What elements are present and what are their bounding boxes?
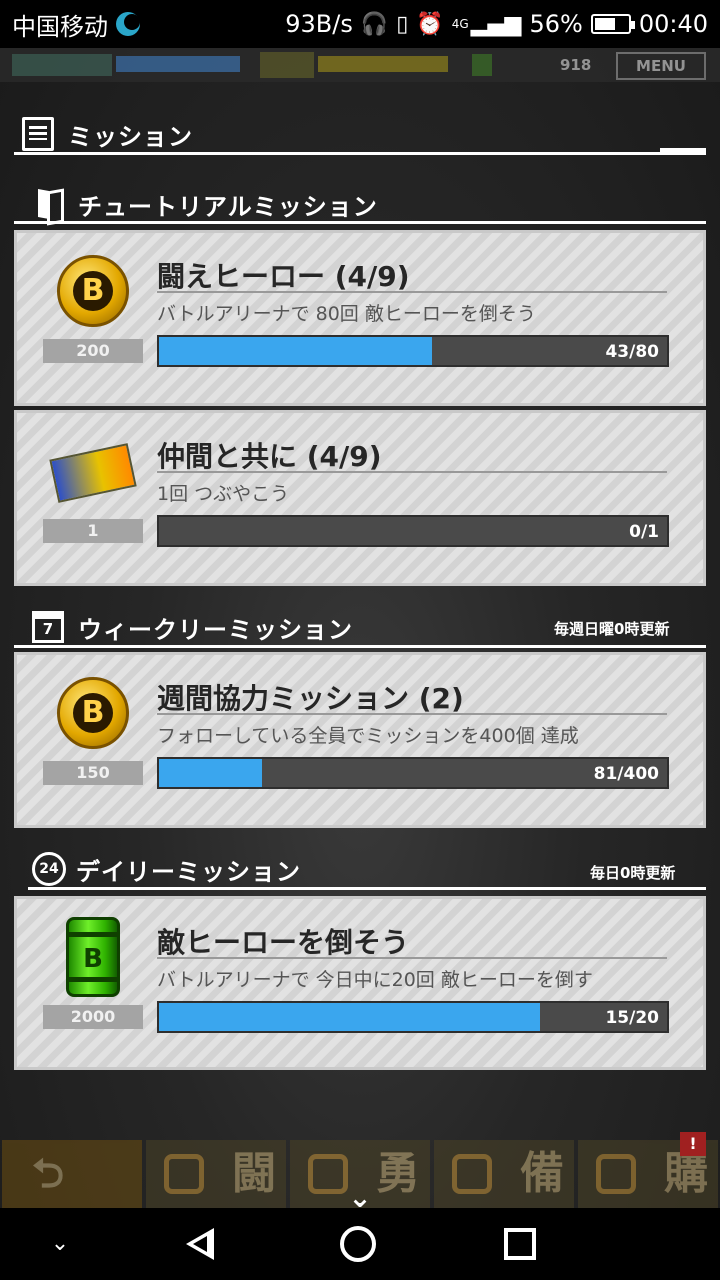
can-icon (472, 54, 492, 76)
progress-fill (159, 1003, 540, 1031)
reward-icon-wrap: B (45, 911, 141, 1007)
recent-apps-square-icon[interactable] (504, 1228, 536, 1260)
currency-count: 918 (560, 56, 592, 74)
mission-title: 闘えヒーロー (4/9) (157, 260, 410, 293)
back-triangle-icon[interactable] (180, 1226, 220, 1262)
section-daily-title: デイリーミッション (76, 857, 301, 886)
ticket-icon (49, 443, 137, 503)
header-rule-accent (660, 148, 706, 154)
reward-icon-wrap: B (45, 667, 141, 763)
battery-icon (590, 14, 635, 34)
header-rule (14, 152, 706, 155)
network-speed: 93B/s (285, 10, 353, 38)
progress-bar: 0/1 (157, 515, 669, 547)
reward-icon-wrap: B (45, 245, 141, 341)
section-rule (14, 645, 706, 648)
clock-24-icon: 24 (32, 852, 66, 886)
section-tutorial-title: チュートリアルミッション (78, 192, 378, 221)
green-can-icon: B (66, 917, 120, 997)
gamepad-icon (164, 1154, 204, 1194)
mission-title: 敵ヒーローを倒そう (157, 926, 410, 959)
section-rule (14, 221, 706, 224)
weekly-reset-note: 毎週日曜0時更新 (554, 620, 670, 638)
hero-coin-icon: B (57, 255, 129, 327)
reward-icon-wrap (45, 425, 141, 521)
progress-bar: 81/400 (157, 757, 669, 789)
progress-fill (159, 337, 433, 365)
section-tutorial-header: チュートリアルミッション (14, 186, 706, 222)
home-circle-icon[interactable] (340, 1226, 376, 1262)
mission-card[interactable]: 1 仲間と共に (4/9) 1回 つぶやこう 0/1 (14, 410, 706, 586)
nav-battle[interactable]: 闘 (146, 1140, 286, 1208)
shop-icon (596, 1154, 636, 1194)
vibrate-icon: ▯ (396, 11, 409, 37)
headphones-icon: 🎧 (360, 11, 389, 37)
mission-card[interactable]: B 200 闘えヒーロー (4/9) バトルアリーナで 80回 敵ヒーローを倒そ… (14, 230, 706, 406)
reward-count: 150 (43, 761, 143, 785)
menu-button[interactable]: MENU (616, 52, 706, 80)
alarm-icon: ⏰ (416, 11, 444, 37)
reward-count: 2000 (43, 1005, 143, 1029)
mission-card[interactable]: B 150 週間協力ミッション (2) フォローしている全員でミッションを400… (14, 652, 706, 828)
game-top-bar: 918 MENU (0, 48, 720, 82)
hide-nav-chevron-icon[interactable]: ⌄ (40, 1226, 80, 1262)
mission-divider (157, 291, 667, 293)
clock: 00:40 (638, 10, 708, 38)
status-bar: 中国移动 93B/s 🎧 ▯ ⏰ 4G ▂▄▆ 56% 00:40 (0, 0, 720, 48)
nav-equip[interactable]: 備 (434, 1140, 574, 1208)
page-header: ミッション (14, 114, 706, 154)
hero-coin-icon: B (57, 677, 129, 749)
mission-divider (157, 713, 667, 715)
mission-card[interactable]: B 2000 敵ヒーローを倒そう バトルアリーナで 今日中に20回 敵ヒーローを… (14, 896, 706, 1070)
network-type: 4G (451, 17, 469, 31)
progress-label: 43/80 (605, 342, 659, 362)
page-title: ミッション (68, 122, 193, 151)
system-nav-bar: ⌄ (0, 1208, 720, 1280)
mission-description: バトルアリーナで 今日中に20回 敵ヒーローを倒す (157, 969, 593, 991)
progress-label: 15/20 (605, 1008, 659, 1028)
progress-label: 0/1 (629, 522, 659, 542)
nav-battle-label: 闘 (232, 1148, 276, 1199)
player-level-gauge (12, 54, 112, 76)
mission-description: フォローしている全員でミッションを400個 達成 (157, 725, 579, 747)
mission-divider (157, 471, 667, 473)
moon-icon (116, 12, 140, 36)
mission-divider (157, 957, 667, 959)
progress-fill (159, 759, 262, 787)
mission-title: 仲間と共に (4/9) (157, 440, 382, 473)
rank-icon (260, 52, 314, 78)
status-right: 93B/s 🎧 ▯ ⏰ 4G ▂▄▆ 56% 00:40 (285, 10, 708, 38)
collapse-chevron-icon[interactable]: ⌄ (338, 1184, 382, 1212)
progress-bar: 43/80 (157, 335, 669, 367)
signal-icon: ▂▄▆ (470, 11, 522, 37)
back-arrow-button[interactable]: ⮌ (2, 1140, 142, 1208)
nav-equip-label: 備 (520, 1148, 564, 1199)
reward-count: 200 (43, 339, 143, 363)
progress-bar: 15/20 (157, 1001, 669, 1033)
equipment-icon (452, 1154, 492, 1194)
book-icon (38, 188, 64, 220)
notification-badge: ! (680, 1132, 706, 1156)
mission-description: バトルアリーナで 80回 敵ヒーローを倒そう (157, 303, 536, 325)
mission-description: 1回 つぶやこう (157, 483, 290, 505)
reward-count: 1 (43, 519, 143, 543)
section-rule (28, 887, 706, 890)
daily-reset-note: 毎日0時更新 (590, 864, 676, 882)
document-icon (22, 117, 54, 151)
nav-hero-label: 勇 (376, 1148, 420, 1199)
mission-title: 週間協力ミッション (2) (157, 682, 464, 715)
carrier-label: 中国移动 (12, 12, 108, 41)
section-weekly-title: ウィークリーミッション (78, 615, 353, 644)
calendar-icon: 7 (32, 611, 64, 643)
exp-gauge (116, 56, 240, 72)
battery-percent: 56% (529, 10, 583, 38)
progress-label: 81/400 (593, 764, 659, 784)
rank-gauge (318, 56, 448, 72)
carrier-group: 中国移动 (12, 7, 140, 42)
